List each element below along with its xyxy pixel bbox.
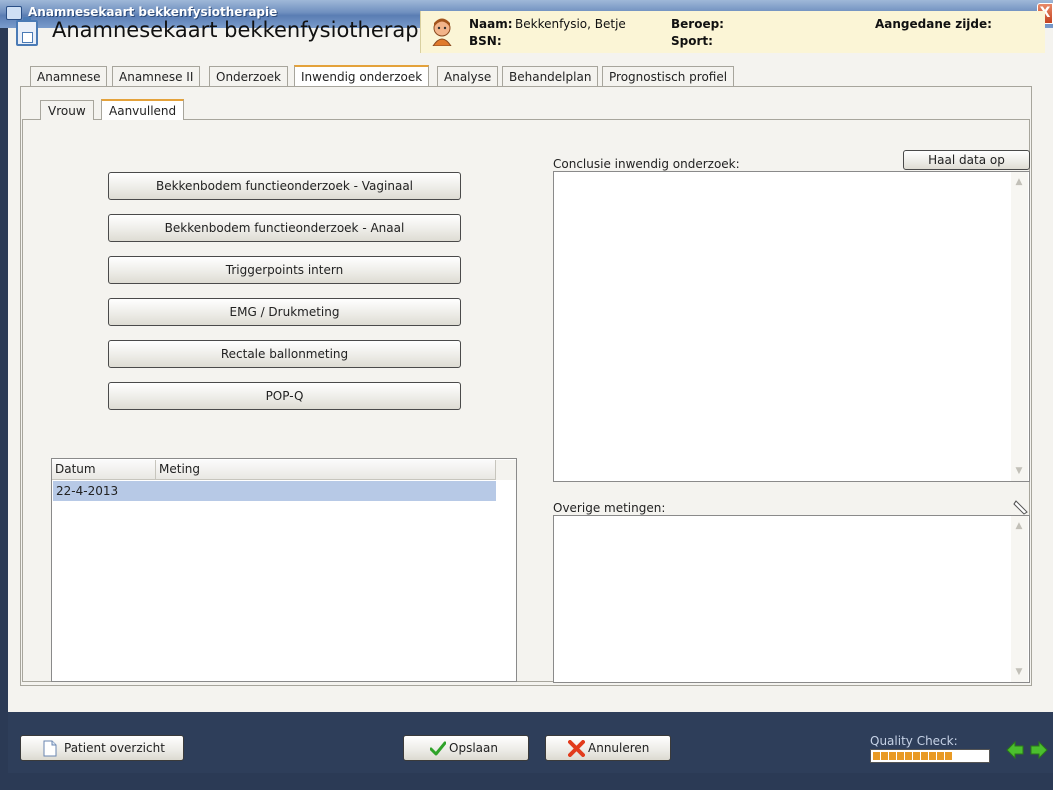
overige-metingen-label: Overige metingen: <box>553 501 666 515</box>
scroll-up-icon[interactable]: ▲ <box>1013 176 1025 188</box>
arrow-left-icon[interactable] <box>1006 741 1024 759</box>
sport-label: Sport: <box>671 34 713 48</box>
tab-divider <box>20 86 1032 87</box>
table-row[interactable]: 22-4-2013 <box>53 481 496 501</box>
table-cell-datum: 22-4-2013 <box>56 484 119 498</box>
bekkenbodem-vaginaal-button[interactable]: Bekkenbodem functieonderzoek - Vaginaal <box>108 172 461 200</box>
footer <box>0 773 1053 790</box>
checkmark-icon <box>430 741 446 756</box>
annuleren-label: Annuleren <box>588 741 650 755</box>
quality-check-segment <box>945 752 952 760</box>
tab-anamnese-ii[interactable]: Anamnese II <box>112 66 201 86</box>
table-cell-meting <box>157 481 496 501</box>
page-title: Anamnesekaart bekkenfysiotherapie <box>52 18 438 42</box>
window-title: Anamnesekaart bekkenfysiotherapie <box>28 5 278 19</box>
conclusie-textarea[interactable]: ▲ ▼ <box>553 171 1030 482</box>
quality-check-segment <box>937 752 944 760</box>
column-header-datum[interactable]: Datum <box>52 460 156 480</box>
overige-metingen-textarea[interactable]: ▲ ▼ <box>553 515 1030 683</box>
quality-check-segment <box>921 752 928 760</box>
naam-label: Naam: <box>469 17 513 31</box>
pop-q-button[interactable]: POP-Q <box>108 382 461 410</box>
scrollbar[interactable]: ▲ ▼ <box>1011 172 1028 481</box>
tab-analyse[interactable]: Analyse <box>437 66 499 86</box>
scroll-up-icon[interactable]: ▲ <box>1013 520 1025 532</box>
naam-value: Bekkenfysio, Betje <box>515 17 626 31</box>
document-icon <box>43 740 57 757</box>
quality-check-segment <box>873 752 880 760</box>
triggerpoints-intern-button[interactable]: Triggerpoints intern <box>108 256 461 284</box>
conclusie-label: Conclusie inwendig onderzoek: <box>553 157 740 171</box>
haal-data-op-button[interactable]: Haal data op <box>903 150 1030 170</box>
patient-info-panel: Naam: Bekkenfysio, Betje BSN: Beroep: Sp… <box>420 11 1045 53</box>
rectale-ballonmeting-button[interactable]: Rectale ballonmeting <box>108 340 461 368</box>
app-window-icon <box>6 6 22 20</box>
subtab-aanvullend[interactable]: Aanvullend <box>101 99 185 120</box>
quality-check-segment <box>881 752 888 760</box>
scroll-down-icon[interactable]: ▼ <box>1013 666 1025 678</box>
annuleren-button[interactable]: Annuleren <box>545 735 671 761</box>
patient-overzicht-button[interactable]: Patient overzicht <box>20 735 184 761</box>
metingen-table: Datum Meting 22-4-2013 <box>51 458 517 682</box>
tab-anamnese[interactable]: Anamnese <box>30 66 108 86</box>
tab-onderzoek[interactable]: Onderzoek <box>209 66 288 86</box>
quality-check-segment <box>889 752 896 760</box>
opslaan-label: Opslaan <box>449 741 498 755</box>
scroll-down-icon[interactable]: ▼ <box>1013 465 1025 477</box>
tab-prognostisch-profiel[interactable]: Prognostisch profiel <box>602 66 735 86</box>
patient-avatar-icon <box>432 18 452 46</box>
quality-check-segment <box>929 752 936 760</box>
beroep-label: Beroep: <box>671 17 724 31</box>
bsn-label: BSN: <box>469 34 502 48</box>
emg-drukmeting-button[interactable]: EMG / Drukmeting <box>108 298 461 326</box>
quality-check-segment <box>913 752 920 760</box>
quality-check-label: Quality Check: <box>870 734 958 748</box>
opslaan-button[interactable]: Opslaan <box>403 735 529 761</box>
quality-check-bar <box>870 749 990 763</box>
arrow-right-icon[interactable] <box>1030 741 1048 759</box>
subtab-vrouw[interactable]: Vrouw <box>40 100 94 120</box>
x-icon <box>568 740 585 757</box>
column-header-meting[interactable]: Meting <box>156 460 496 480</box>
aangedane-zijde-label: Aangedane zijde: <box>875 17 992 31</box>
form-icon <box>16 17 38 46</box>
scrollbar[interactable]: ▲ ▼ <box>1011 516 1028 682</box>
quality-check-segment <box>897 752 904 760</box>
edit-icon[interactable] <box>1012 498 1030 516</box>
patient-overzicht-label: Patient overzicht <box>64 741 165 755</box>
tab-inwendig-onderzoek[interactable]: Inwendig onderzoek <box>294 65 430 86</box>
bekkenbodem-anaal-button[interactable]: Bekkenbodem functieonderzoek - Anaal <box>108 214 461 242</box>
tab-behandelplan[interactable]: Behandelplan <box>502 66 599 86</box>
quality-check-segment <box>905 752 912 760</box>
